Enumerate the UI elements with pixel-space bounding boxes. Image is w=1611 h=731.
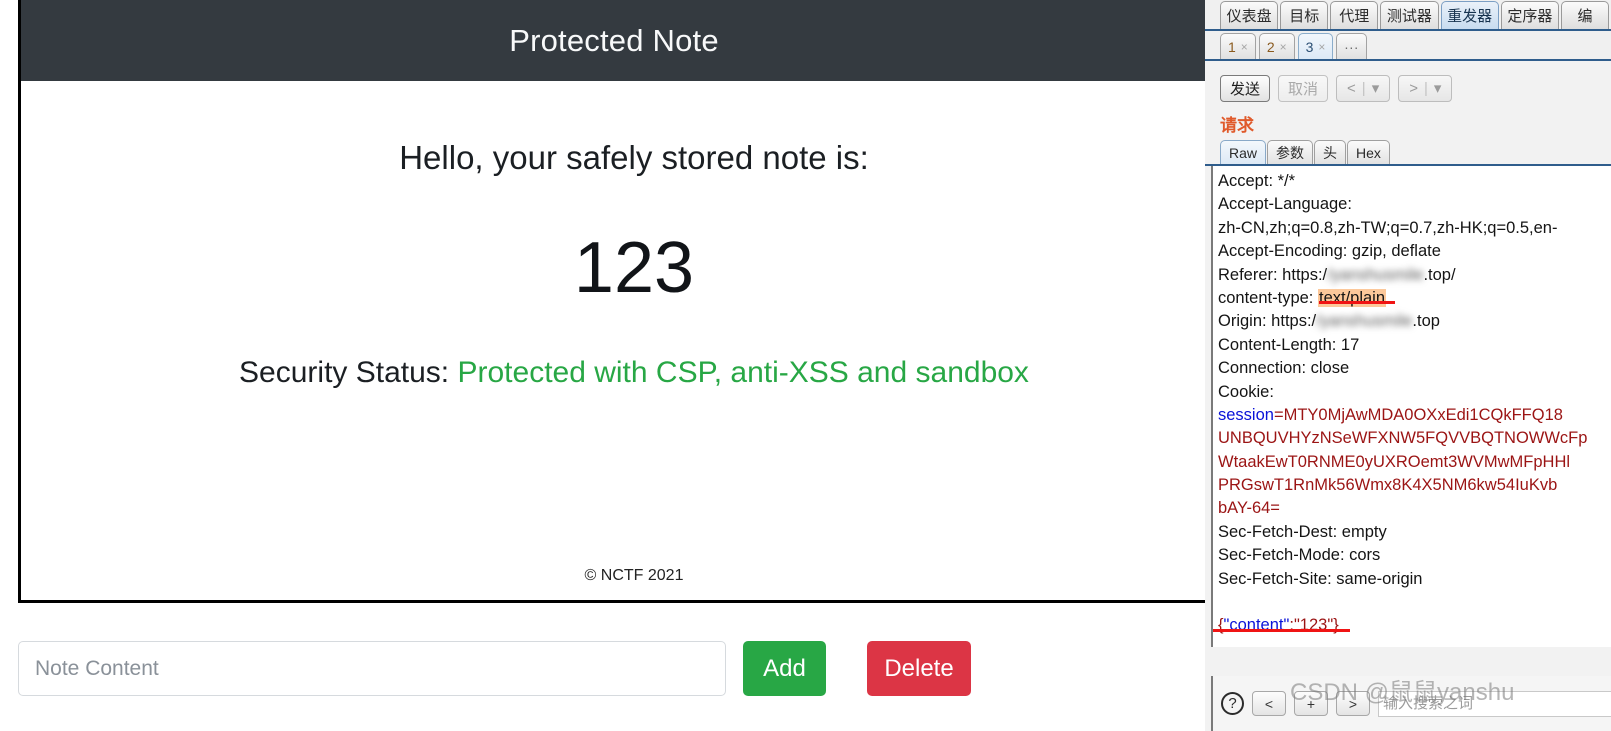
close-icon[interactable]: × bbox=[1241, 40, 1248, 54]
security-status-line: Security Status: Protected with CSP, ant… bbox=[21, 308, 1205, 390]
chevron-down-icon: ▾ bbox=[1433, 80, 1442, 97]
chevron-down-icon: ▾ bbox=[1371, 80, 1380, 97]
request-body-json: {"content":"123"} bbox=[1218, 614, 1611, 637]
delete-button[interactable]: Delete bbox=[867, 641, 971, 696]
search-prev-button[interactable]: < bbox=[1252, 691, 1286, 716]
repeater-tab-2-label: 2 bbox=[1266, 38, 1275, 55]
help-icon[interactable]: ? bbox=[1221, 692, 1244, 715]
burp-tab-repeater[interactable]: 重发器 bbox=[1440, 1, 1499, 29]
repeater-tab-1[interactable]: 1 × bbox=[1220, 33, 1256, 59]
referer-prefix: Referer: https:/ bbox=[1218, 265, 1328, 284]
burp-suite-window: 仪表盘 目标 代理 测试器 重发器 定序器 编 1 × 2 × 3 × ... bbox=[1205, 0, 1611, 731]
repeater-tab-new[interactable]: ... bbox=[1336, 33, 1368, 59]
cookie-value-part: bAY-64= bbox=[1218, 499, 1280, 518]
redacted-host: /yanshusmile bbox=[1316, 312, 1413, 331]
tab-raw[interactable]: Raw bbox=[1220, 140, 1267, 164]
burp-repeater-tab-bar: 1 × 2 × 3 × ... bbox=[1205, 31, 1611, 61]
header-line-connection: Connection: close bbox=[1218, 359, 1350, 378]
search-input[interactable] bbox=[1378, 690, 1611, 717]
cookie-value-part: WtaakEwT0RNME0yUXROemt3WVMwMFpHHl bbox=[1218, 452, 1571, 471]
origin-prefix: Origin: https:/ bbox=[1218, 312, 1317, 331]
burp-bottom-toolbar: ? < + > bbox=[1211, 676, 1611, 731]
repeater-tab-3-label: 3 bbox=[1305, 38, 1314, 55]
header-line-content-type: content-type: text/plain bbox=[1218, 287, 1611, 310]
burp-main-tab-bar: 仪表盘 目标 代理 测试器 重发器 定序器 编 bbox=[1205, 0, 1611, 31]
burp-action-bar: 发送 取消 < | ▾ > | ▾ bbox=[1205, 61, 1611, 107]
content-type-value-highlight: text/plain bbox=[1317, 288, 1387, 307]
repeater-tab-1-label: 1 bbox=[1228, 38, 1236, 55]
request-section-label: 请求 bbox=[1220, 116, 1254, 135]
note-page-header: Protected Note bbox=[21, 0, 1205, 81]
next-request-button[interactable]: > | ▾ bbox=[1398, 74, 1453, 102]
tab-params[interactable]: 参数 bbox=[1267, 140, 1314, 164]
cookie-session-line: session=MTY0MjAwMDA0OXxEdi1CQkFFQ18 bbox=[1218, 404, 1611, 427]
header-line-sec-fetch-dest: Sec-Fetch-Dest: empty bbox=[1218, 522, 1387, 541]
page-footer: © NCTF 2021 bbox=[584, 567, 684, 584]
burp-tab-intruder[interactable]: 测试器 bbox=[1380, 1, 1439, 29]
note-page-body: Hello, your safely stored note is: 123 S… bbox=[21, 81, 1205, 600]
search-next-button[interactable]: > bbox=[1336, 691, 1370, 716]
content-type-label: content-type: bbox=[1218, 288, 1318, 307]
header-line-referer: Referer: https://yanshusmile.top/ bbox=[1218, 264, 1611, 287]
header-line-sec-fetch-mode: Sec-Fetch-Mode: cors bbox=[1218, 546, 1381, 565]
referer-suffix: .top/ bbox=[1423, 265, 1456, 284]
close-icon[interactable]: × bbox=[1280, 40, 1287, 54]
cookie-equals: = bbox=[1273, 405, 1284, 424]
tab-hex[interactable]: Hex bbox=[1347, 140, 1390, 164]
page-title: Protected Note bbox=[509, 22, 719, 58]
cookie-value-part: UNBQUVHYzNSeWFXNW5FQVVBQTNOWWcFp bbox=[1218, 429, 1588, 448]
annotation-underline-content-type bbox=[1319, 301, 1395, 304]
header-line-accept-language-value: zh-CN,zh;q=0.8,zh-TW;q=0.7,zh-HK;q=0.5,e… bbox=[1218, 218, 1558, 237]
header-line-accept: Accept: */* bbox=[1218, 172, 1296, 190]
burp-tab-dashboard[interactable]: 仪表盘 bbox=[1220, 1, 1279, 29]
raw-request-editor[interactable]: Accept: */* Accept-Language: zh-CN,zh;q=… bbox=[1211, 166, 1611, 647]
add-button[interactable]: Add bbox=[743, 641, 826, 696]
send-button[interactable]: 发送 bbox=[1220, 74, 1271, 102]
burp-tab-decoder[interactable]: 编 bbox=[1561, 1, 1609, 29]
chevron-right-icon: > bbox=[1409, 79, 1418, 97]
note-form: Add Delete bbox=[18, 641, 1198, 696]
chevron-left-icon: < bbox=[1347, 79, 1356, 97]
close-icon[interactable]: × bbox=[1318, 40, 1325, 54]
note-value: 123 bbox=[573, 228, 695, 308]
header-line-accept-encoding: Accept-Encoding: gzip, deflate bbox=[1218, 242, 1441, 261]
search-add-button[interactable]: + bbox=[1294, 691, 1328, 716]
annotation-underline-body bbox=[1213, 629, 1350, 632]
prev-request-button[interactable]: < | ▾ bbox=[1336, 74, 1391, 102]
cookie-value-part: MTY0MjAwMDA0OXxEdi1CQkFFQ18 bbox=[1283, 405, 1563, 424]
divider: | bbox=[1424, 79, 1428, 97]
repeater-tab-2[interactable]: 2 × bbox=[1258, 33, 1295, 59]
burp-tab-sequencer[interactable]: 定序器 bbox=[1500, 1, 1559, 29]
burp-tab-proxy[interactable]: 代理 bbox=[1330, 1, 1379, 29]
header-line-accept-language: Accept-Language: bbox=[1218, 195, 1352, 214]
request-view-tab-bar: Raw 参数 头 Hex bbox=[1205, 138, 1611, 166]
browser-pane: Protected Note Hello, your safely stored… bbox=[0, 0, 1205, 731]
cookie-name: session bbox=[1218, 405, 1274, 424]
header-line-cookie-label: Cookie: bbox=[1218, 382, 1274, 401]
origin-suffix: .top bbox=[1412, 312, 1440, 331]
security-status-label: Security Status: bbox=[239, 356, 450, 390]
divider: | bbox=[1361, 79, 1366, 97]
note-content-input[interactable] bbox=[18, 641, 726, 696]
note-iframe: Protected Note Hello, your safely stored… bbox=[18, 0, 1205, 603]
repeater-tab-3[interactable]: 3 × bbox=[1297, 33, 1334, 59]
header-line-origin: Origin: https://yanshusmile.top bbox=[1218, 310, 1611, 333]
security-status-value: Protected with CSP, anti-XSS and sandbox bbox=[457, 356, 1029, 390]
redacted-host: /yanshusmile bbox=[1327, 265, 1424, 284]
burp-tab-target[interactable]: 目标 bbox=[1280, 1, 1329, 29]
tab-headers[interactable]: 头 bbox=[1314, 140, 1347, 164]
cookie-value-part: PRGswT1RnMk56Wmx8K4X5NM6kw54IuKvb bbox=[1218, 476, 1558, 495]
header-line-sec-fetch-site: Sec-Fetch-Site: same-origin bbox=[1218, 569, 1423, 588]
note-greeting: Hello, your safely stored note is: bbox=[399, 139, 869, 176]
cancel-button[interactable]: 取消 bbox=[1278, 74, 1329, 102]
header-line-content-length: Content-Length: 17 bbox=[1218, 335, 1360, 354]
